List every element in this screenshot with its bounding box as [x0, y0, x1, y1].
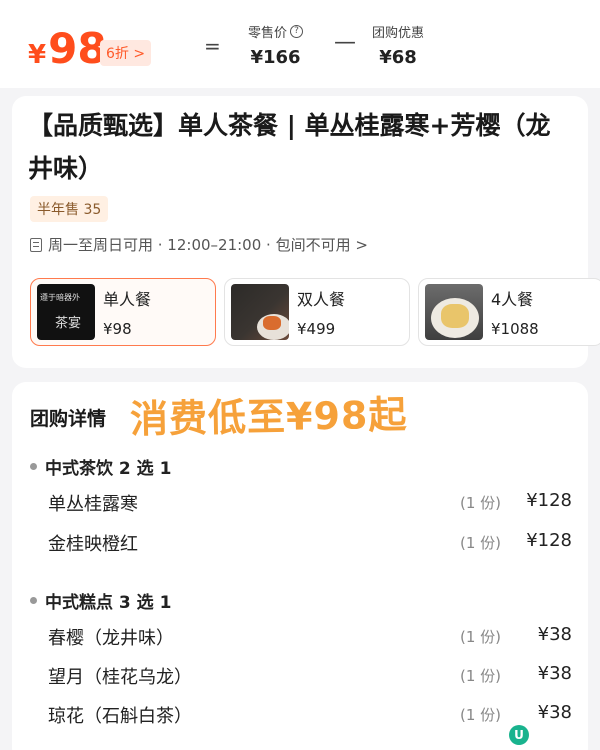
option-text: 双人餐 ¥499	[297, 286, 345, 338]
option-thumbnail	[231, 284, 289, 340]
item-name: 春樱（龙井味）	[48, 628, 174, 649]
bullet-dot	[30, 463, 37, 470]
product-title: 【品质甄选】单人茶餐 | 单丛桂露寒+芳樱（龙井味）	[28, 111, 551, 183]
deal-details-title: 团购详情	[30, 408, 107, 430]
option-price: ¥1088	[491, 320, 539, 338]
option-thumbnail	[425, 284, 483, 340]
bullet-dot	[30, 597, 37, 604]
option-thumbnail: 遵于暗器外 茶宴	[37, 284, 95, 340]
item-name: 金桂映橙红	[48, 534, 138, 555]
list-item: 金桂映橙红 (1 份) ¥128	[48, 530, 572, 560]
retail-price-block: 零售价 ? ¥166	[248, 22, 304, 68]
price-amount: 98	[48, 24, 107, 73]
group-heading: 中式糕点 3 选 1	[30, 588, 171, 613]
option-text: 4人餐 ¥1088	[491, 286, 539, 338]
deal-saving-label: 团购优惠	[372, 26, 425, 41]
package-options: 遵于暗器外 茶宴 单人餐 ¥98 双人餐 ¥499 4人餐 ¥1088	[30, 278, 600, 346]
discount-badge[interactable]: 6折 >	[100, 40, 152, 66]
minus-sign: —	[334, 30, 356, 55]
option-price: ¥499	[297, 320, 336, 338]
deal-page: ¥ 98 6折 > = 零售价 ? ¥166 — 团购优惠 ¥68 【品质甄选】…	[0, 0, 600, 750]
availability-row[interactable]: 周一至周日可用 · 12:00–21:00 · 包间不可用 >	[30, 234, 368, 255]
item-price: ¥38	[537, 624, 572, 645]
item-qty: (1 份)	[460, 534, 502, 552]
sales-count-badge: 半年售 35	[30, 196, 109, 222]
watermark-logo-icon: U	[509, 725, 529, 745]
group-heading: 中式茶饮 2 选 1	[30, 454, 171, 479]
availability-text: 周一至周日可用 · 12:00–21:00 · 包间不可用 >	[48, 236, 368, 254]
option-name: 双人餐	[297, 290, 346, 309]
current-price: ¥ 98	[28, 24, 107, 73]
retail-price-value: ¥166	[250, 47, 301, 68]
retail-price-label-row: 零售价 ?	[248, 22, 304, 41]
product-card: 【品质甄选】单人茶餐 | 单丛桂露寒+芳樱（龙井味） 半年售 35 周一至周日可…	[12, 96, 600, 368]
deal-saving-value: ¥68	[379, 47, 417, 68]
food-image	[263, 316, 281, 330]
list-item: 琼花（石斛白茶） (1 份) ¥38	[48, 702, 572, 732]
group-name: 中式茶饮 2 选 1	[45, 459, 172, 479]
item-name: 望月（桂花乌龙）	[48, 667, 192, 688]
deal-details-card: 团购详情 消费低至¥98起 中式茶饮 2 选 1 单丛桂露寒 (1 份) ¥12…	[12, 382, 588, 750]
item-price: ¥128	[526, 490, 572, 511]
price-header: ¥ 98 6折 > = 零售价 ? ¥166 — 团购优惠 ¥68	[0, 0, 600, 88]
list-item: 单丛桂露寒 (1 份) ¥128	[48, 490, 572, 520]
thumbnail-text: 茶宴	[55, 316, 82, 331]
option-double[interactable]: 双人餐 ¥499	[224, 278, 410, 346]
group-name: 中式糕点 3 选 1	[45, 593, 172, 613]
currency-symbol: ¥	[28, 40, 47, 70]
item-price: ¥38	[537, 663, 572, 684]
item-qty: (1 份)	[460, 494, 502, 512]
item-price: ¥38	[537, 702, 572, 723]
retail-price-label: 零售价	[248, 26, 288, 41]
option-text: 单人餐 ¥98	[103, 286, 151, 338]
deal-saving-block: 团购优惠 ¥68	[372, 22, 424, 68]
equal-sign: =	[204, 34, 221, 58]
food-image	[441, 304, 469, 328]
info-icon[interactable]: ?	[290, 25, 304, 38]
option-name: 单人餐	[103, 290, 152, 309]
item-name: 琼花（石斛白茶）	[48, 706, 192, 727]
item-name: 单丛桂露寒	[48, 494, 138, 515]
list-item: 望月（桂花乌龙） (1 份) ¥38	[48, 663, 572, 693]
option-name: 4人餐	[491, 290, 534, 309]
item-qty: (1 份)	[460, 667, 502, 685]
thumbnail-text: 遵于暗器外	[40, 293, 80, 302]
option-price: ¥98	[103, 320, 132, 338]
option-four[interactable]: 4人餐 ¥1088	[418, 278, 600, 346]
promo-banner: 消费低至¥98起	[129, 392, 408, 442]
list-item: 春樱（龙井味） (1 份) ¥38	[48, 624, 572, 654]
item-qty: (1 份)	[460, 706, 502, 724]
option-single[interactable]: 遵于暗器外 茶宴 单人餐 ¥98	[30, 278, 216, 346]
item-price: ¥128	[526, 530, 572, 551]
item-qty: (1 份)	[460, 628, 502, 646]
document-icon	[30, 237, 42, 252]
